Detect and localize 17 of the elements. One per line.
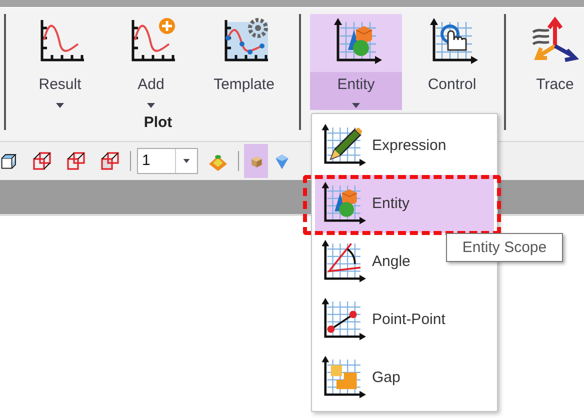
ribbon-button[interactable]: Control — [412, 14, 492, 110]
menu-item[interactable]: Gap — [315, 349, 494, 407]
tooltip: Entity Scope — [446, 233, 563, 262]
menu-item[interactable]: Point-Point — [315, 291, 494, 349]
ribbon-button[interactable]: Entity — [310, 14, 402, 110]
ribbon-button[interactable]: Trace — [524, 14, 584, 110]
wire-cubes-icon — [31, 150, 53, 172]
group-label: Plot — [142, 113, 174, 133]
menu-item[interactable]: Entity — [315, 175, 494, 233]
ribbon-button[interactable]: Add — [116, 14, 186, 110]
menu-item[interactable]: Expression — [315, 117, 494, 175]
wire-cubes-icon — [65, 150, 87, 172]
ribbon-button[interactable]: Template — [203, 14, 285, 110]
wire-cubes-icon — [99, 150, 121, 172]
number-dropdown[interactable]: 1 — [137, 148, 198, 174]
ribbon-button[interactable]: Result — [25, 14, 95, 110]
caret-icon — [183, 159, 190, 163]
